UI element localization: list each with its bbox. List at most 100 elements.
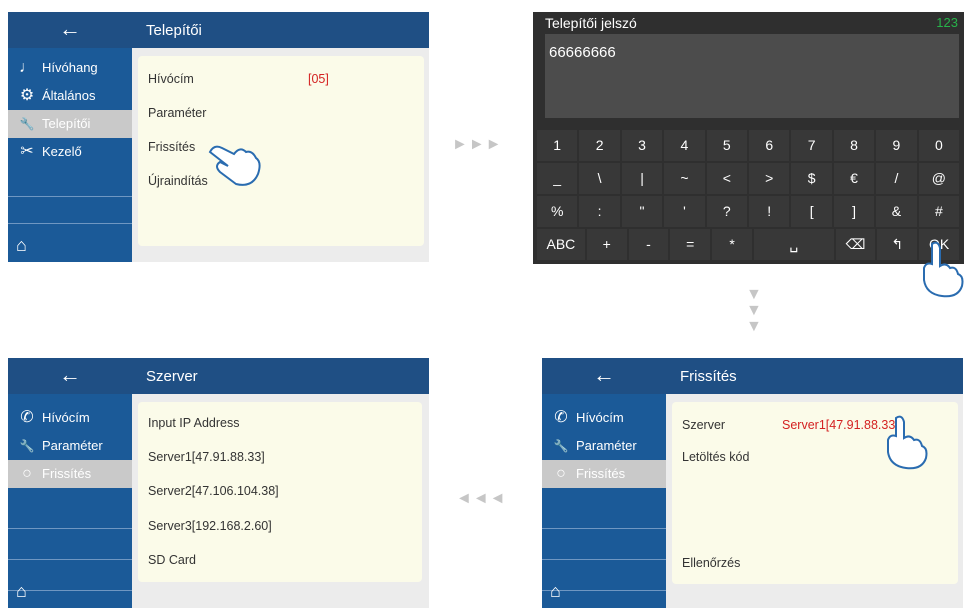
- arrow-down: ▼: [746, 318, 763, 335]
- key[interactable]: &: [876, 196, 917, 227]
- wrench-icon: 🔧: [19, 117, 35, 131]
- wrench-icon: 🔧: [19, 439, 35, 453]
- sidebar-item-general[interactable]: ⚙ Általános: [8, 82, 132, 110]
- sidebar-item-label: Frissítés: [576, 466, 626, 481]
- key[interactable]: 2: [579, 130, 620, 161]
- sidebar-item-address[interactable]: ✆ Hívócím: [8, 404, 132, 432]
- hand-pointer-icon: [887, 415, 928, 470]
- address-row[interactable]: Hívócím [05]: [148, 72, 329, 86]
- sidebar-item-parameter[interactable]: 🔧 Paraméter: [8, 432, 132, 460]
- key[interactable]: ~: [664, 163, 705, 194]
- server2-row[interactable]: Server2[47.106.104.38]: [148, 484, 279, 498]
- abc-key[interactable]: ABC: [537, 229, 585, 260]
- key[interactable]: !: [749, 196, 790, 227]
- server-row[interactable]: Szerver Server1[47.91.88.33]: [682, 418, 899, 432]
- key[interactable]: -: [628, 229, 669, 260]
- key[interactable]: [: [791, 196, 832, 227]
- backspace-icon[interactable]: ⌫: [835, 229, 876, 260]
- key[interactable]: ?: [706, 196, 748, 227]
- sidebar-item-address[interactable]: ✆ Hívócím: [542, 404, 666, 432]
- key[interactable]: /: [876, 163, 917, 194]
- key[interactable]: ]: [833, 196, 875, 227]
- back-button[interactable]: ←: [8, 12, 132, 48]
- refresh-icon: ○: [556, 465, 566, 482]
- key-row: % : " ' ? ! [ ] & #: [537, 196, 961, 227]
- key[interactable]: %: [537, 196, 578, 227]
- back-button[interactable]: ←: [542, 358, 666, 394]
- page-title: Szerver: [132, 358, 429, 394]
- key[interactable]: >: [749, 163, 790, 194]
- divider: [8, 223, 132, 224]
- key[interactable]: 3: [621, 130, 663, 161]
- restart-row[interactable]: Újraindítás: [148, 174, 208, 188]
- key[interactable]: 7: [791, 130, 832, 161]
- back-button[interactable]: ←: [8, 358, 132, 394]
- update-row[interactable]: Frissítés: [148, 140, 195, 154]
- key[interactable]: 5: [706, 130, 748, 161]
- sidebar-item-installer[interactable]: 🔧 Telepítői: [8, 110, 132, 138]
- home-icon[interactable]: ⌂: [16, 581, 27, 602]
- download-code-row[interactable]: Letöltés kód: [682, 450, 749, 464]
- key[interactable]: \: [579, 163, 620, 194]
- refresh-icon: ○: [22, 465, 32, 482]
- verify-row[interactable]: Ellenőrzés: [682, 556, 740, 570]
- sidebar-item-parameter[interactable]: 🔧 Paraméter: [542, 432, 666, 460]
- sidebar-item-label: Paraméter: [42, 438, 103, 453]
- key[interactable]: *: [712, 229, 752, 260]
- key[interactable]: =: [670, 229, 711, 260]
- sidebar: ← ✆ Hívócím 🔧 Paraméter ○ Frissítés ⌂: [542, 358, 666, 608]
- phone-icon: ✆: [20, 409, 34, 426]
- input-ip-row[interactable]: Input IP Address: [148, 416, 240, 430]
- key[interactable]: ": [621, 196, 663, 227]
- sidebar-item-label: Hívócím: [42, 410, 90, 425]
- music-note-icon: ♩: [19, 59, 35, 76]
- key[interactable]: @: [918, 163, 960, 194]
- sidebar-item-label: Hívócím: [576, 410, 624, 425]
- home-icon[interactable]: ⌂: [16, 235, 27, 256]
- server-list-panel: Input IP Address Server1[47.91.88.33] Se…: [138, 402, 422, 582]
- sidebar-item-label: Általános: [42, 88, 96, 103]
- parameter-row[interactable]: Paraméter: [148, 106, 206, 120]
- sd-card-row[interactable]: SD Card: [148, 553, 196, 567]
- sidebar-item-label: Paraméter: [576, 438, 637, 453]
- enter-icon[interactable]: ↰: [877, 229, 918, 260]
- arrow-right: ►►►: [452, 136, 503, 153]
- sidebar: ← ♩ Hívóhang ⚙ Általános 🔧 Telepítői ✂ Kezel…: [8, 12, 132, 262]
- key[interactable]: _: [537, 163, 578, 194]
- screen-server: ← ✆ Hívócím 🔧 Paraméter ○ Frissítés ⌂ Szerv…: [8, 358, 429, 608]
- wrench-icon: 🔧: [553, 439, 569, 453]
- key[interactable]: #: [918, 196, 960, 227]
- key[interactable]: 9: [876, 130, 917, 161]
- key[interactable]: +: [586, 229, 627, 260]
- input-mode-badge[interactable]: 123: [936, 15, 958, 30]
- address-value: [05]: [308, 72, 329, 86]
- sidebar-item-label: Frissítés: [42, 466, 92, 481]
- key[interactable]: $: [791, 163, 832, 194]
- key[interactable]: 6: [749, 130, 790, 161]
- key[interactable]: :: [579, 196, 620, 227]
- page-title: Telepítői: [132, 12, 429, 48]
- server3-row[interactable]: Server3[192.168.2.60]: [148, 519, 272, 533]
- sidebar-item-update[interactable]: ○ Frissítés: [542, 460, 666, 488]
- home-icon[interactable]: ⌂: [550, 581, 561, 602]
- key[interactable]: |: [621, 163, 663, 194]
- key[interactable]: 8: [833, 130, 875, 161]
- key[interactable]: 1: [537, 130, 578, 161]
- screen-update: ← ✆ Hívócím 🔧 Paraméter ○ Frissítés ⌂ Friss…: [542, 358, 963, 608]
- key[interactable]: 4: [664, 130, 705, 161]
- tools-icon: ✂: [20, 143, 34, 160]
- key[interactable]: ': [664, 196, 705, 227]
- space-key[interactable]: ␣: [753, 229, 834, 260]
- server1-row[interactable]: Server1[47.91.88.33]: [148, 450, 265, 464]
- sidebar-item-label: Telepítői: [42, 116, 91, 131]
- sidebar-item-operator[interactable]: ✂ Kezelő: [8, 138, 132, 166]
- key[interactable]: 0: [918, 130, 960, 161]
- password-input[interactable]: 66666666: [545, 34, 959, 118]
- sidebar-item-update[interactable]: ○ Frissítés: [8, 460, 132, 488]
- key[interactable]: <: [706, 163, 748, 194]
- key[interactable]: €: [833, 163, 875, 194]
- phone-icon: ✆: [554, 409, 568, 426]
- sidebar-item-ringtone[interactable]: ♩ Hívóhang: [8, 54, 132, 82]
- divider: [8, 196, 132, 197]
- password-title: Telepítői jelszó: [545, 15, 637, 31]
